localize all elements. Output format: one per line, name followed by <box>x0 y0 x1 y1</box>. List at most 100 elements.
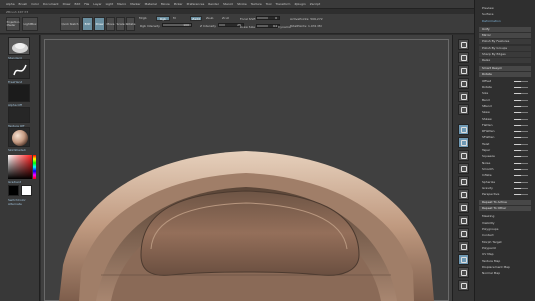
menu-zplugin[interactable]: Zplugin <box>294 2 305 6</box>
tray-item[interactable]: Squeeze <box>479 154 531 159</box>
tray-item[interactable]: Flatten <box>479 123 531 128</box>
secondary-color-swatch[interactable] <box>8 185 19 196</box>
tray-item[interactable]: Unify <box>479 26 531 32</box>
quick-sketch-button[interactable]: Quick Sketch <box>60 17 80 31</box>
brush-thumbnail[interactable] <box>8 37 30 55</box>
tray-item[interactable]: Preview <box>479 6 531 11</box>
tray-item[interactable]: Inflate <box>479 173 531 178</box>
menu-macro[interactable]: Macro <box>117 2 126 6</box>
spix-button[interactable] <box>458 52 469 63</box>
tray-slider[interactable] <box>514 162 528 164</box>
tray-item[interactable]: Offset <box>479 79 531 84</box>
tray-item[interactable]: RFlatten <box>479 129 531 134</box>
focal-shift-slider[interactable]: 0 <box>256 16 280 20</box>
tray-item[interactable]: Smooth <box>479 167 531 172</box>
tray-item[interactable]: Size <box>479 91 531 96</box>
rgb-toggle[interactable]: Rgb <box>156 16 170 21</box>
tray-item[interactable]: Rotate <box>479 85 531 90</box>
menu-edit[interactable]: Edit <box>74 2 80 6</box>
menu-stroke[interactable]: Stroke <box>237 2 247 6</box>
scale-view-button[interactable] <box>458 202 469 213</box>
actual-button[interactable] <box>458 91 469 102</box>
hue-strip[interactable] <box>33 155 36 179</box>
scroll-button[interactable] <box>458 65 469 76</box>
menu-zscript[interactable]: Zscript <box>310 2 320 6</box>
tray-item[interactable]: Skew <box>479 110 531 115</box>
menu-preferences[interactable]: Preferences <box>187 2 205 6</box>
menu-material[interactable]: Material <box>145 2 157 6</box>
edit-button[interactable]: Edit <box>82 17 93 31</box>
tray-item[interactable]: Polish By Groups <box>479 45 531 51</box>
lsym-button[interactable] <box>458 163 469 174</box>
tray-item[interactable]: Smart Resym <box>479 66 531 72</box>
tray-slider[interactable] <box>514 187 528 189</box>
menu-color[interactable]: Color <box>31 2 39 6</box>
tray-item[interactable]: Sharp By Edges <box>479 51 531 57</box>
tray-slider[interactable] <box>514 87 528 88</box>
texture-thumbnail[interactable] <box>8 107 30 123</box>
scale-button[interactable]: Scale <box>116 17 125 31</box>
frame-button[interactable] <box>458 176 469 187</box>
menu-render[interactable]: Render <box>208 2 219 6</box>
stroke-thumbnail[interactable] <box>8 59 30 79</box>
tray-slider[interactable] <box>514 124 528 126</box>
tray-item[interactable]: Mirror <box>479 32 531 38</box>
mrgb-toggle[interactable]: Mrgb <box>139 16 147 20</box>
material-thumbnail[interactable] <box>8 127 30 147</box>
tray-slider[interactable] <box>514 181 528 183</box>
rgb-intensity-slider[interactable]: 100 <box>162 23 192 27</box>
tray-item[interactable]: Relax <box>479 58 531 64</box>
document-canvas[interactable] <box>41 35 452 301</box>
persp-button[interactable] <box>458 124 469 135</box>
main-color-swatch[interactable] <box>21 185 32 196</box>
tray-item[interactable]: Visibility <box>479 221 531 226</box>
tray-slider[interactable] <box>514 80 528 82</box>
m-toggle[interactable]: M <box>173 16 176 20</box>
move-view-button[interactable] <box>458 189 469 200</box>
tray-item[interactable]: Taper <box>479 148 531 153</box>
menu-draw[interactable]: Draw <box>63 2 71 6</box>
tray-item[interactable]: Repeat To Active <box>479 200 531 206</box>
projection-master-button[interactable]: Projection Master <box>6 17 20 31</box>
menu-picker[interactable]: Picker <box>174 2 183 6</box>
tray-item[interactable]: Spherize <box>479 180 531 185</box>
tray-item[interactable]: Surface <box>479 12 531 17</box>
menu-transform[interactable]: Transform <box>276 2 291 6</box>
tray-slider[interactable] <box>514 156 528 158</box>
tray-slider[interactable] <box>514 137 528 139</box>
draw-size-slider[interactable]: 64 <box>256 24 280 28</box>
tray-item[interactable]: Contact <box>479 233 531 238</box>
tray-item[interactable]: UV Map <box>479 252 531 257</box>
bpr-button[interactable] <box>458 39 469 50</box>
local-button[interactable] <box>458 150 469 161</box>
tray-slider[interactable] <box>514 112 528 114</box>
tray-item[interactable]: Deformation <box>479 19 531 24</box>
menu-tool[interactable]: Tool <box>266 2 272 6</box>
tray-item[interactable]: Perspective <box>479 192 531 197</box>
menu-brush[interactable]: Brush <box>19 2 28 6</box>
line-fill-button[interactable] <box>458 228 469 239</box>
tray-item[interactable]: Twist <box>479 142 531 147</box>
tray-item[interactable]: Morph Target <box>479 240 531 245</box>
menu-movie[interactable]: Movie <box>161 2 170 6</box>
menu-alpha[interactable]: Alpha <box>6 2 15 6</box>
tray-item[interactable]: SFlatten <box>479 135 531 140</box>
rotate-view-button[interactable] <box>458 215 469 226</box>
tray-slider[interactable] <box>514 175 528 177</box>
polyf-button[interactable] <box>458 241 469 252</box>
alternate-label[interactable]: Alternate <box>8 202 22 206</box>
tray-slider[interactable] <box>514 105 528 107</box>
floor-button[interactable] <box>458 137 469 148</box>
menu-stencil[interactable]: Stencil <box>223 2 233 6</box>
tray-item[interactable]: Repeat To Other <box>479 206 531 212</box>
tray-item[interactable]: Polish By Features <box>479 39 531 45</box>
tray-item[interactable]: Texture Map <box>479 259 531 264</box>
tray-item[interactable]: SSkew <box>479 117 531 122</box>
tray-item[interactable]: Bend <box>479 98 531 103</box>
menu-layer[interactable]: Layer <box>93 2 101 6</box>
tray-slider[interactable] <box>514 168 528 170</box>
tray-slider[interactable] <box>514 194 528 196</box>
ghost-button[interactable] <box>458 267 469 278</box>
alpha-thumbnail[interactable] <box>8 84 30 102</box>
tray-slider[interactable] <box>514 150 528 151</box>
